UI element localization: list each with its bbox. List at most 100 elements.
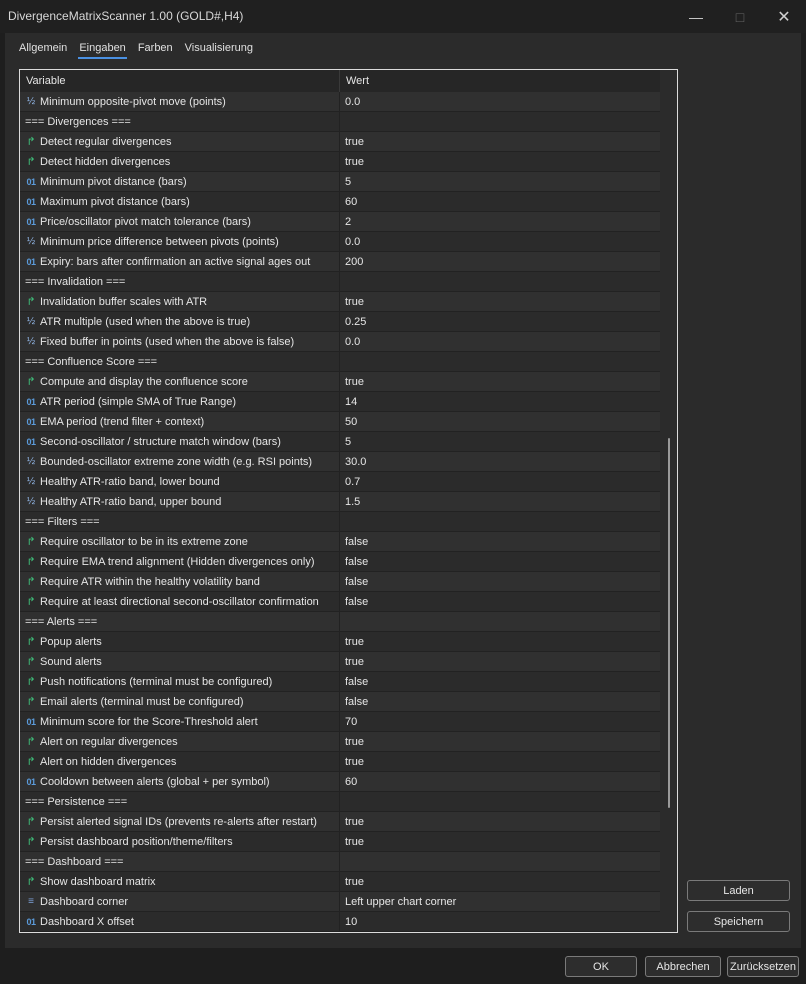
- value-cell[interactable]: 0.0: [340, 232, 660, 251]
- section-row[interactable]: === Persistence ===: [20, 792, 660, 812]
- value-cell[interactable]: false: [340, 572, 660, 591]
- table-row[interactable]: ↱ Compute and display the confluence scor…: [20, 372, 660, 392]
- table-row[interactable]: ↱ Require at least directional second-osc…: [20, 592, 660, 612]
- table-row[interactable]: ↱ Detect regular divergences true: [20, 132, 660, 152]
- table-row[interactable]: ½ Healthy ATR-ratio band, lower bound 0.7: [20, 472, 660, 492]
- value-cell[interactable]: 70: [340, 712, 660, 731]
- section-row[interactable]: === Confluence Score ===: [20, 352, 660, 372]
- table-row[interactable]: 01 Expiry: bars after confirmation an act…: [20, 252, 660, 272]
- section-row[interactable]: === Invalidation ===: [20, 272, 660, 292]
- value-cell[interactable]: [340, 272, 660, 291]
- table-row[interactable]: 01 ATR period (simple SMA of True Range) 1…: [20, 392, 660, 412]
- value-cell[interactable]: 30.0: [340, 452, 660, 471]
- table-row[interactable]: 01 Second-oscillator / structure match wi…: [20, 432, 660, 452]
- table-row[interactable]: 01 Price/oscillator pivot match tolerance…: [20, 212, 660, 232]
- value-cell[interactable]: 60: [340, 772, 660, 791]
- reset-button[interactable]: Zurücksetzen: [727, 956, 799, 977]
- value-cell[interactable]: 60: [340, 192, 660, 211]
- table-row[interactable]: ↱ Email alerts (terminal must be configur…: [20, 692, 660, 712]
- table-row[interactable]: ↱ Popup alerts true: [20, 632, 660, 652]
- table-row[interactable]: ½ Healthy ATR-ratio band, upper bound 1.5: [20, 492, 660, 512]
- value-cell[interactable]: false: [340, 672, 660, 691]
- value-cell[interactable]: 1.5: [340, 492, 660, 511]
- table-row[interactable]: ↱ Require oscillator to be in its extreme…: [20, 532, 660, 552]
- table-row[interactable]: ≡ Dashboard corner Left upper chart corner: [20, 892, 660, 912]
- load-button[interactable]: Laden: [687, 880, 790, 901]
- table-row[interactable]: 01 Maximum pivot distance (bars) 60: [20, 192, 660, 212]
- table-row[interactable]: 01 Dashboard X offset 10: [20, 912, 660, 932]
- table-row[interactable]: ½ ATR multiple (used when the above is tr…: [20, 312, 660, 332]
- table-row[interactable]: ↱ Persist dashboard position/theme/filter…: [20, 832, 660, 852]
- table-row[interactable]: 01 Minimum pivot distance (bars) 5: [20, 172, 660, 192]
- value-cell[interactable]: true: [340, 832, 660, 851]
- table-row[interactable]: ↱ Invalidation buffer scales with ATR true: [20, 292, 660, 312]
- value-cell[interactable]: true: [340, 812, 660, 831]
- cancel-button[interactable]: Abbrechen: [645, 956, 721, 977]
- table-row[interactable]: 01 EMA period (trend filter + context) 50: [20, 412, 660, 432]
- tab-visualisierung[interactable]: Visualisierung: [179, 41, 259, 59]
- integer-icon: 01: [26, 716, 36, 727]
- value-cell[interactable]: true: [340, 872, 660, 891]
- table-row[interactable]: ½ Minimum price difference between pivots…: [20, 232, 660, 252]
- table-row[interactable]: ↱ Sound alerts true: [20, 652, 660, 672]
- column-header-value[interactable]: Wert: [340, 70, 660, 92]
- tab-eingaben[interactable]: Eingaben: [73, 41, 132, 59]
- value-cell[interactable]: true: [340, 132, 660, 151]
- value-cell[interactable]: true: [340, 152, 660, 171]
- value-cell[interactable]: [340, 852, 660, 871]
- table-row[interactable]: ½ Minimum opposite-pivot move (points) 0.0: [20, 92, 660, 112]
- section-row[interactable]: === Filters ===: [20, 512, 660, 532]
- value-cell[interactable]: 10: [340, 912, 660, 931]
- close-icon[interactable]: ✕: [762, 0, 806, 33]
- ok-button[interactable]: OK: [565, 956, 637, 977]
- value-cell[interactable]: true: [340, 632, 660, 651]
- table-row[interactable]: ↱ Detect hidden divergences true: [20, 152, 660, 172]
- value-cell[interactable]: 0.7: [340, 472, 660, 491]
- value-cell[interactable]: false: [340, 532, 660, 551]
- value-cell[interactable]: 200: [340, 252, 660, 271]
- section-row[interactable]: === Divergences ===: [20, 112, 660, 132]
- value-cell[interactable]: [340, 352, 660, 371]
- value-cell[interactable]: 0.0: [340, 332, 660, 351]
- value-cell[interactable]: false: [340, 552, 660, 571]
- value-cell[interactable]: [340, 112, 660, 131]
- value-cell[interactable]: true: [340, 292, 660, 311]
- table-row[interactable]: ↱ Show dashboard matrix true: [20, 872, 660, 892]
- table-row[interactable]: ½ Bounded-oscillator extreme zone width (…: [20, 452, 660, 472]
- table-row[interactable]: ↱ Require EMA trend alignment (Hidden div…: [20, 552, 660, 572]
- table-row[interactable]: ½ Fixed buffer in points (used when the a…: [20, 332, 660, 352]
- value-cell[interactable]: 50: [340, 412, 660, 431]
- table-row[interactable]: ↱ Alert on regular divergences true: [20, 732, 660, 752]
- value-cell[interactable]: 0.25: [340, 312, 660, 331]
- value-cell[interactable]: 2: [340, 212, 660, 231]
- save-button[interactable]: Speichern: [687, 911, 790, 932]
- value-cell[interactable]: Left upper chart corner: [340, 892, 660, 911]
- value-cell[interactable]: true: [340, 372, 660, 391]
- table-row[interactable]: 01 Cooldown between alerts (global + per …: [20, 772, 660, 792]
- table-row[interactable]: 01 Minimum score for the Score-Threshold …: [20, 712, 660, 732]
- value-cell[interactable]: 0.0: [340, 92, 660, 111]
- value-cell[interactable]: false: [340, 592, 660, 611]
- value-cell[interactable]: 14: [340, 392, 660, 411]
- value-cell[interactable]: true: [340, 752, 660, 771]
- table-row[interactable]: ↱ Alert on hidden divergences true: [20, 752, 660, 772]
- value-cell[interactable]: [340, 512, 660, 531]
- value-cell[interactable]: 5: [340, 432, 660, 451]
- table-row[interactable]: ↱ Require ATR within the healthy volatili…: [20, 572, 660, 592]
- scrollbar-thumb[interactable]: [668, 438, 670, 808]
- section-row[interactable]: === Dashboard ===: [20, 852, 660, 872]
- table-row[interactable]: ↱ Persist alerted signal IDs (prevents re…: [20, 812, 660, 832]
- value-cell[interactable]: [340, 612, 660, 631]
- value-cell[interactable]: false: [340, 692, 660, 711]
- value-cell[interactable]: [340, 792, 660, 811]
- section-row[interactable]: === Alerts ===: [20, 612, 660, 632]
- column-header-variable[interactable]: Variable: [20, 70, 340, 92]
- table-row[interactable]: ↱ Push notifications (terminal must be co…: [20, 672, 660, 692]
- value-cell[interactable]: 5: [340, 172, 660, 191]
- tab-farben[interactable]: Farben: [132, 41, 179, 59]
- vertical-scrollbar[interactable]: [660, 70, 677, 932]
- tab-allgemein[interactable]: Allgemein: [13, 41, 73, 59]
- value-cell[interactable]: true: [340, 652, 660, 671]
- value-cell[interactable]: true: [340, 732, 660, 751]
- minimize-icon[interactable]: —: [674, 0, 718, 33]
